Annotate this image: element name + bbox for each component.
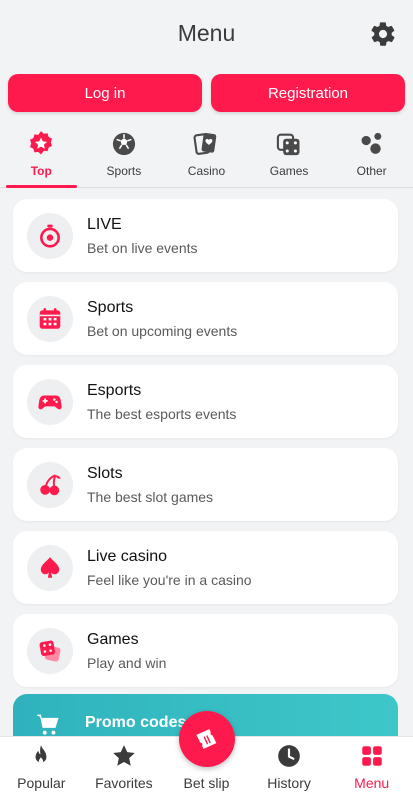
playing-cards-icon xyxy=(193,132,217,155)
menu-item-sports[interactable]: Sports Bet on upcoming events xyxy=(13,282,398,355)
nav-menu[interactable]: Menu xyxy=(330,737,413,800)
tab-sports-label: Sports xyxy=(106,164,142,178)
gear-icon[interactable] xyxy=(369,20,397,48)
menu-item-title: LIVE xyxy=(87,215,122,233)
tab-other[interactable]: Other xyxy=(330,126,413,187)
menu-item-title: Esports xyxy=(87,381,142,399)
nav-popular[interactable]: Popular xyxy=(0,737,83,800)
tab-casino[interactable]: Casino xyxy=(165,126,248,187)
nav-favorites[interactable]: Favorites xyxy=(83,737,166,800)
nav-bet-slip-label: Bet slip xyxy=(183,775,230,791)
menu-item-icon-wrap xyxy=(27,295,73,342)
bet-slip-button[interactable] xyxy=(179,711,235,767)
menu-item-subtitle: Play and win xyxy=(87,654,167,671)
bubbles-icon xyxy=(361,132,382,154)
menu-item-subtitle: Bet on live events xyxy=(87,239,198,256)
menu-item-title: Sports xyxy=(87,298,134,316)
menu-item-icon-wrap xyxy=(27,544,73,591)
menu-item-icon-wrap xyxy=(27,378,73,425)
tab-games-label: Games xyxy=(269,164,309,178)
grid-icon xyxy=(361,746,382,766)
nav-favorites-label: Favorites xyxy=(95,775,153,791)
tab-casino-label: Casino xyxy=(187,164,226,178)
menu-item-icon-wrap xyxy=(27,627,73,674)
soccer-ball-icon xyxy=(112,132,135,156)
ticket-icon xyxy=(196,729,217,749)
menu-list: LIVE Bet on live events Sports Bet on up… xyxy=(13,199,398,697)
menu-item-icon-wrap xyxy=(27,461,73,508)
star-badge-icon xyxy=(30,131,53,155)
tab-top-label: Top xyxy=(30,164,52,178)
tab-games[interactable]: Games xyxy=(248,126,331,187)
nav-history[interactable]: History xyxy=(248,737,331,800)
tab-sports[interactable]: Sports xyxy=(83,126,166,187)
menu-item-title: Live casino xyxy=(87,547,168,565)
menu-item-title: Slots xyxy=(87,464,123,482)
nav-popular-label: Popular xyxy=(17,775,66,791)
dice-icon xyxy=(276,133,300,156)
auth-buttons: Log in Registration xyxy=(8,74,405,112)
category-tabs: Top Sports Casino Games Other xyxy=(0,126,413,188)
menu-item-title: Games xyxy=(87,630,139,648)
header: Menu xyxy=(0,0,413,66)
nav-menu-label: Menu xyxy=(354,775,390,791)
cart-icon xyxy=(37,714,59,735)
promo-title: Promo codes xyxy=(85,714,187,731)
menu-item-subtitle: Bet on upcoming events xyxy=(87,322,238,339)
nav-history-label: History xyxy=(267,775,311,791)
menu-item-slots[interactable]: Slots The best slot games xyxy=(13,448,398,521)
cherries-icon xyxy=(40,473,61,495)
menu-item-subtitle: The best esports events xyxy=(87,405,237,422)
login-button[interactable]: Log in xyxy=(8,74,202,112)
tab-other-label: Other xyxy=(356,164,387,178)
gamepad-icon xyxy=(38,395,62,409)
menu-item-games[interactable]: Games Play and win xyxy=(13,614,398,687)
menu-item-live[interactable]: LIVE Bet on live events xyxy=(13,199,398,272)
tab-top[interactable]: Top xyxy=(0,126,83,188)
clock-icon xyxy=(278,745,300,767)
calendar-icon xyxy=(39,307,61,329)
page-title: Menu xyxy=(177,20,236,46)
dice-icon xyxy=(39,640,61,662)
registration-button[interactable]: Registration xyxy=(211,74,405,112)
stopwatch-icon xyxy=(40,224,60,248)
menu-item-esports[interactable]: Esports The best esports events xyxy=(13,365,398,438)
menu-item-subtitle: Feel like you're in a casino xyxy=(87,571,252,588)
menu-item-live-casino[interactable]: Live casino Feel like you're in a casino xyxy=(13,531,398,604)
spade-icon xyxy=(40,556,60,578)
menu-item-icon-wrap xyxy=(27,212,73,259)
star-icon xyxy=(113,745,135,766)
flame-icon xyxy=(35,745,47,764)
menu-item-subtitle: The best slot games xyxy=(87,488,214,505)
